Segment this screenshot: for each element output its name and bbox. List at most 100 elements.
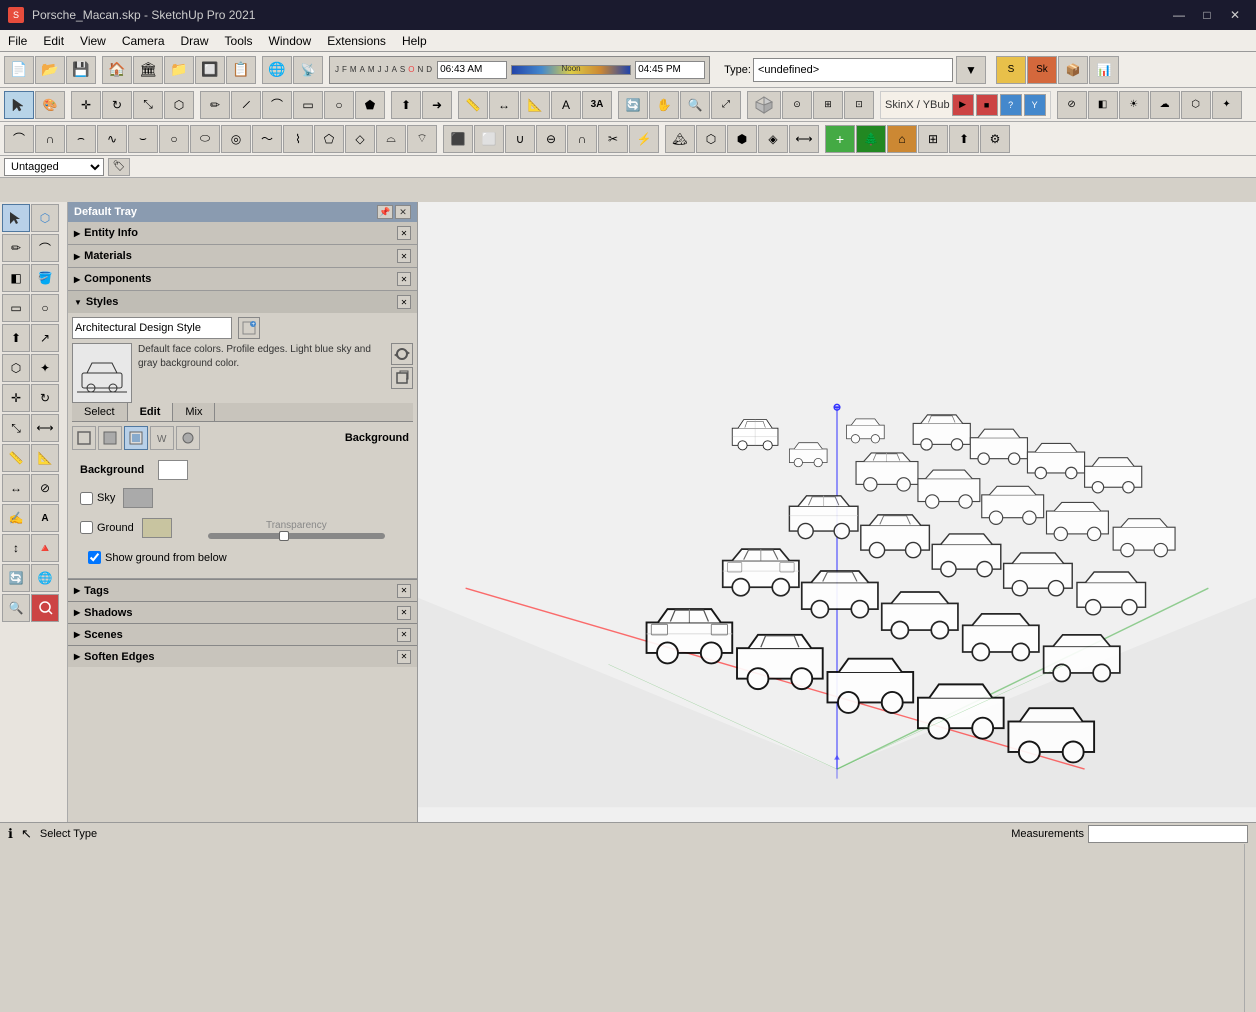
styles-header[interactable]: ▼ Styles ✕ (68, 291, 417, 313)
menu-window[interactable]: Window (261, 32, 320, 50)
toolbar-clipboard[interactable]: 📋 (226, 56, 256, 84)
entity-info-header[interactable]: ▶ Entity Info ✕ (68, 222, 417, 244)
minimize-button[interactable]: — (1166, 5, 1192, 25)
curve-bezier[interactable]: ⌣ (128, 125, 158, 153)
tool-zoomout[interactable] (31, 594, 59, 622)
tool-scale[interactable]: ⤡ (133, 91, 163, 119)
sky-color-swatch[interactable] (123, 488, 153, 508)
tool-3dtext[interactable]: 3A (582, 91, 612, 119)
tool-select2[interactable]: ⬡ (164, 91, 194, 119)
transparency-track[interactable] (208, 533, 385, 539)
tool-shadow[interactable]: ☀ (1119, 91, 1149, 119)
tag-icon[interactable]: 🏷 (108, 158, 130, 176)
edit-watermark-btn[interactable]: W (150, 426, 174, 450)
style-preview-thumbnail[interactable] (72, 343, 132, 403)
tool-section[interactable]: ⊘ (1057, 91, 1087, 119)
maximize-button[interactable]: □ (1194, 5, 1220, 25)
components-close[interactable]: ✕ (397, 272, 411, 286)
toolbar-ext1[interactable]: S (996, 56, 1026, 84)
curve-arc2[interactable]: ∩ (35, 125, 65, 153)
addon-plus[interactable]: + (825, 125, 855, 153)
toolbar-ext2[interactable]: Sk (1027, 56, 1057, 84)
tool-offset[interactable]: ⬡ (2, 354, 30, 382)
tool-tape[interactable]: 📏 (458, 91, 488, 119)
tool-freehand[interactable]: ↕ (2, 534, 30, 562)
curve-arc1[interactable]: ⌒ (4, 125, 34, 153)
components-header[interactable]: ▶ Components ✕ (68, 268, 417, 290)
menu-camera[interactable]: Camera (114, 32, 173, 50)
show-ground-checkbox[interactable] (88, 551, 101, 564)
toolbar-globe[interactable]: 🌐 (262, 56, 292, 84)
curve-spline[interactable]: ∿ (97, 125, 127, 153)
tool-arc-left[interactable]: ⌒ (31, 234, 59, 262)
solid-union[interactable]: ∪ (505, 125, 535, 153)
curve-wave2[interactable]: ⌇ (283, 125, 313, 153)
sandbox-drape[interactable]: ⬢ (727, 125, 757, 153)
skinx-btn2[interactable]: ■ (976, 94, 998, 116)
addon-tree[interactable]: 🌲 (856, 125, 886, 153)
skinx-btn1[interactable]: ▶ (952, 94, 974, 116)
tool-flip[interactable]: ⟷ (31, 414, 59, 442)
tool-eraser[interactable]: ✏ (200, 91, 230, 119)
tool-pushpull[interactable]: ⬆ (2, 324, 30, 352)
view-iso[interactable] (747, 91, 781, 119)
section-shadows[interactable]: ▶ Shadows ✕ (68, 601, 417, 623)
tool-globe2[interactable]: 🌐 (31, 564, 59, 592)
materials-close[interactable]: ✕ (397, 249, 411, 263)
tool-arrow[interactable] (2, 204, 30, 232)
tool-xray[interactable]: ✦ (1212, 91, 1242, 119)
tool-orbit2[interactable]: 🔄 (2, 564, 30, 592)
section-scenes[interactable]: ▶ Scenes ✕ (68, 623, 417, 645)
menu-draw[interactable]: Draw (173, 32, 217, 50)
edit-face-btn[interactable] (98, 426, 122, 450)
tool-section2[interactable]: ⊘ (31, 474, 59, 502)
tag-selector[interactable]: Untagged (4, 158, 104, 176)
tab-select[interactable]: Select (72, 403, 128, 421)
tool-zoomin[interactable]: 🔍 (2, 594, 30, 622)
tray-close-btn[interactable]: ✕ (395, 205, 411, 219)
tags-close[interactable]: ✕ (397, 584, 411, 598)
solid-box[interactable]: ⬛ (443, 125, 473, 153)
tool-protractor[interactable]: 📐 (520, 91, 550, 119)
styles-close[interactable]: ✕ (397, 295, 411, 309)
edit-bg-btn[interactable] (124, 426, 148, 450)
curve-fillet[interactable]: ⌓ (376, 125, 406, 153)
sandbox-fill[interactable]: ◈ (758, 125, 788, 153)
tool-zoom[interactable]: 🔍 (680, 91, 710, 119)
addon-checker[interactable]: ⊞ (918, 125, 948, 153)
materials-header[interactable]: ▶ Materials ✕ (68, 245, 417, 267)
solid-subtract[interactable]: ⊖ (536, 125, 566, 153)
tool-pan[interactable]: ✋ (649, 91, 679, 119)
soften-edges-close[interactable]: ✕ (397, 650, 411, 664)
toolbar-box[interactable]: 🔲 (195, 56, 225, 84)
tool-text[interactable]: A (551, 91, 581, 119)
tool-dimension[interactable]: ↔ (489, 91, 519, 119)
skinx-help[interactable]: ? (1000, 94, 1022, 116)
toolbar-type-btn[interactable]: ▼ (956, 56, 986, 84)
tool-dimension2[interactable]: ↔ (2, 474, 30, 502)
skinx-extra[interactable]: Y (1024, 94, 1046, 116)
toolbar-save[interactable]: 💾 (66, 56, 96, 84)
tool-rotate[interactable]: ↻ (102, 91, 132, 119)
curve-nurbs[interactable]: ◇ (345, 125, 375, 153)
curve-poly[interactable]: ⬠ (314, 125, 344, 153)
toolbar-ext4[interactable]: 📊 (1089, 56, 1119, 84)
scenes-close[interactable]: ✕ (397, 628, 411, 642)
tool-component-picker[interactable]: ⬡ (31, 204, 59, 232)
tool-sandbox2[interactable]: 🔺 (31, 534, 59, 562)
curve-shape1[interactable]: ⌔ (407, 125, 437, 153)
tool-line[interactable]: | (231, 91, 261, 119)
toolbar-satellite[interactable]: 📡 (293, 56, 323, 84)
tool-zoomext[interactable]: ⤢ (711, 91, 741, 119)
tool-fog[interactable]: ☁ (1150, 91, 1180, 119)
toolbar-new[interactable]: 📄 (4, 56, 34, 84)
tool-text2[interactable]: ✍ (2, 504, 30, 532)
tool-tape2[interactable]: 📏 (2, 444, 30, 472)
tab-mix[interactable]: Mix (173, 403, 215, 421)
sandbox-stamp[interactable]: ⬡ (696, 125, 726, 153)
toolbar-folder2[interactable]: 📁 (164, 56, 194, 84)
style-add-btn[interactable]: + (238, 317, 260, 339)
curve-circle2[interactable]: ◎ (221, 125, 251, 153)
tool-follow[interactable]: ➜ (422, 91, 452, 119)
curve-wave[interactable]: 〜 (252, 125, 282, 153)
